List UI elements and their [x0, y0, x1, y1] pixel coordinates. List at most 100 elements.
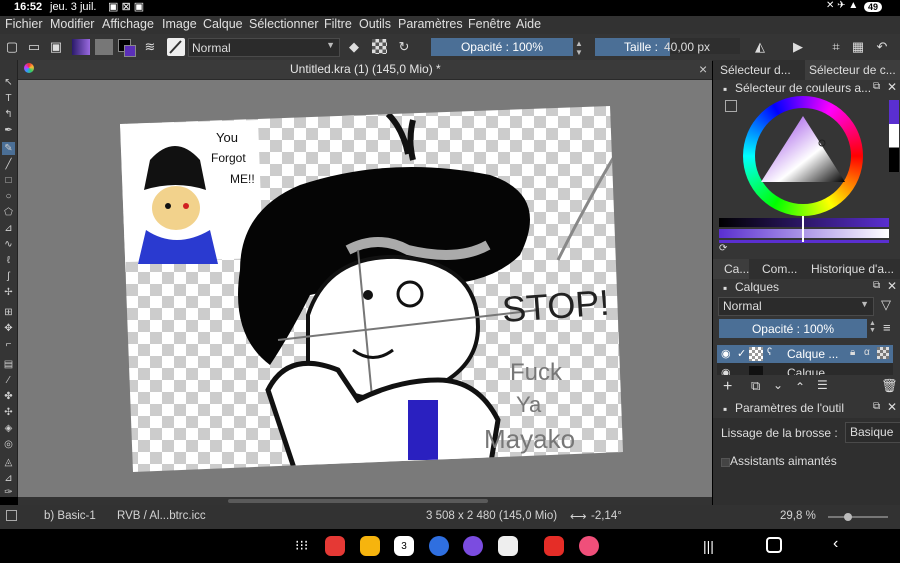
lock-icon[interactable]: 🔒︎	[850, 347, 855, 358]
blend-mode-select[interactable]: Normal ▼	[188, 38, 340, 57]
app-icon-gallery[interactable]	[579, 536, 599, 556]
menu-filtre[interactable]: Filtre	[324, 17, 352, 31]
canvas-view[interactable]: You Forgot ME!! STOP! Fuck Ya Mayako	[18, 80, 712, 497]
freehand-brush-icon[interactable]: ✎	[2, 142, 15, 155]
app-icon-calendar[interactable]: 3	[394, 536, 414, 556]
multibrush-icon[interactable]: ✢	[2, 286, 15, 299]
line-tool-icon[interactable]: ╱	[2, 158, 15, 171]
crop-icon[interactable]: ⌗	[828, 39, 844, 55]
mirror-horizontal-icon[interactable]: ◭	[752, 39, 768, 55]
alpha-icon[interactable]: α	[864, 347, 870, 358]
layer-name[interactable]: Calque	[787, 366, 825, 375]
alpha-lock-icon[interactable]	[372, 39, 387, 54]
menu-image[interactable]: Image	[162, 17, 197, 31]
layer-opacity-stepper[interactable]: ▲ ▼	[869, 320, 877, 336]
selection-icon[interactable]	[6, 510, 17, 521]
color-picker-icon[interactable]: ⁄	[2, 374, 15, 387]
tab-color-selector-1[interactable]: Sélecteur d...	[720, 63, 791, 77]
menu-selectionner[interactable]: Sélectionner	[249, 17, 319, 31]
polygon-tool-icon[interactable]: ⬠	[2, 206, 15, 219]
dynamic-brush-icon[interactable]: ʃ	[2, 270, 15, 283]
check-icon[interactable]: ✓	[737, 347, 746, 360]
home-icon[interactable]	[766, 537, 782, 553]
refresh-icon[interactable]: ⟳	[719, 243, 727, 254]
hamburger-icon[interactable]: ≡	[883, 320, 891, 335]
size-slider[interactable]: Taille :	[595, 38, 670, 56]
recents-icon[interactable]: |||	[703, 538, 714, 554]
undo-icon[interactable]: ↶	[874, 39, 890, 55]
opacity-stepper[interactable]: ▲ ▼	[575, 39, 585, 57]
horizontal-scrollbar[interactable]	[18, 497, 712, 505]
inherit-alpha-icon[interactable]	[877, 347, 889, 359]
app-icon-youtube[interactable]	[544, 536, 564, 556]
assistant-tool-icon[interactable]: ◬	[2, 456, 15, 469]
move-tool-icon[interactable]: ✥	[2, 322, 15, 335]
app-icon-camera[interactable]	[498, 536, 518, 556]
document-tab[interactable]: Untitled.kra (1) (145,0 Mio) *	[290, 62, 441, 76]
edit-shapes-icon[interactable]: ↰	[2, 108, 15, 121]
layer-name[interactable]: Calque ...	[787, 347, 838, 361]
color-history[interactable]	[889, 100, 899, 172]
zoom-slider-handle[interactable]	[844, 513, 852, 521]
app-icon-messages[interactable]	[429, 536, 449, 556]
brush-settings-icon[interactable]: ≋	[142, 39, 158, 55]
close-panel-icon[interactable]: ✕	[887, 400, 897, 414]
smoothing-select[interactable]: Basique	[845, 422, 900, 443]
duplicate-layer-icon[interactable]: ⧉	[751, 378, 760, 394]
app-icon-browser[interactable]	[463, 536, 483, 556]
menu-parametres[interactable]: Paramètres	[398, 17, 463, 31]
float-panel-icon[interactable]: ⧉	[873, 81, 880, 92]
transform-tool-icon[interactable]: ⊞	[2, 306, 15, 319]
docker-menu-icon[interactable]: ▪	[723, 402, 727, 416]
menu-aide[interactable]: Aide	[516, 17, 541, 31]
back-icon[interactable]: ‹	[833, 535, 838, 553]
float-panel-icon[interactable]: ⧉	[873, 280, 880, 291]
delete-layer-icon[interactable]: 🗑︎	[881, 378, 898, 394]
move-down-icon[interactable]: ⌄	[773, 378, 783, 392]
layer-properties-icon[interactable]: ☰	[817, 378, 828, 392]
tab-composition[interactable]: Com...	[762, 262, 797, 276]
canvas-only-icon[interactable]: ▦	[850, 39, 866, 55]
gradient-tool-icon[interactable]: ▤	[2, 358, 15, 371]
reload-icon[interactable]: ↻	[396, 39, 412, 55]
eye-icon[interactable]: ◉	[721, 366, 731, 375]
tint-slider[interactable]	[719, 229, 889, 238]
bezier-tool-icon[interactable]: ∿	[2, 238, 15, 251]
rectangle-tool-icon[interactable]: □	[2, 174, 15, 187]
float-panel-icon[interactable]: ⧉	[873, 401, 880, 412]
menu-fichier[interactable]: Fichier	[5, 17, 43, 31]
rotate-icon[interactable]: ⟷	[570, 509, 587, 523]
menu-calque[interactable]: Calque	[203, 17, 243, 31]
gradient-swatch[interactable]	[72, 39, 90, 55]
open-folder-icon[interactable]: ▭	[26, 39, 42, 55]
tab-color-selector-2[interactable]: Sélecteur de c...	[809, 63, 896, 77]
app-drawer-icon[interactable]: ⁝⁝⁝	[295, 537, 308, 554]
layer-blend-select[interactable]: Normal ▼	[718, 297, 874, 316]
app-icon-files[interactable]	[360, 536, 380, 556]
eye-icon[interactable]: ◉	[721, 347, 731, 360]
text-tool-icon[interactable]: T	[2, 92, 15, 105]
select-shapes-icon[interactable]: ↖	[2, 76, 15, 89]
slider-marker[interactable]	[802, 216, 804, 242]
fg-bg-color-icon[interactable]	[118, 39, 136, 57]
layer-row[interactable]: ◉ ✓ ʕ Calque ... 🔒︎ α	[717, 345, 893, 363]
opacity-slider[interactable]: Opacité : 100%	[431, 38, 573, 56]
canvas-area[interactable]: You Forgot ME!! STOP! Fuck Ya Mayako	[18, 80, 712, 497]
menu-fenetre[interactable]: Fenêtre	[468, 17, 511, 31]
docker-menu-icon[interactable]: ▪	[723, 82, 727, 96]
crop-tool-icon[interactable]: ⌐	[2, 338, 15, 351]
calligraphy-icon[interactable]: ✒	[2, 124, 15, 137]
app-icon-notes[interactable]	[325, 536, 345, 556]
menu-modifier[interactable]: Modifier	[50, 17, 94, 31]
settings-icon[interactable]	[725, 100, 737, 112]
polyline-tool-icon[interactable]: ⊿	[2, 222, 15, 235]
eraser-icon[interactable]: ◆	[346, 39, 362, 55]
menu-outils[interactable]: Outils	[359, 17, 391, 31]
bucket-icon[interactable]: ◈	[2, 422, 15, 435]
filter-icon[interactable]: ▽	[881, 297, 891, 313]
size-field[interactable]: 40,00 px	[664, 38, 740, 54]
menu-affichage[interactable]: Affichage	[102, 17, 154, 31]
close-panel-icon[interactable]: ✕	[887, 80, 897, 94]
layer-opacity-slider[interactable]: Opacité : 100%	[719, 319, 867, 338]
reference-tool-icon[interactable]: ✑	[2, 486, 15, 499]
